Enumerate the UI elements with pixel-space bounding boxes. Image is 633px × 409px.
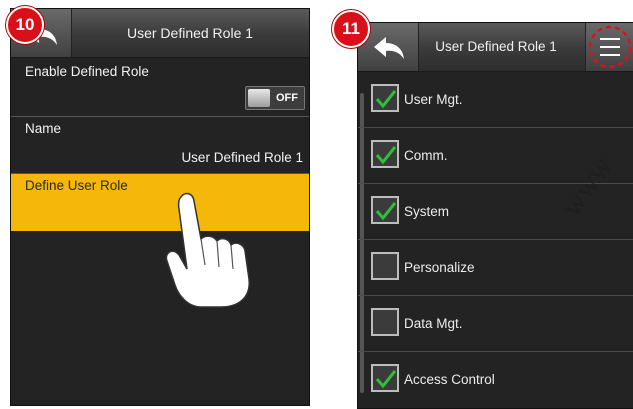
checkmark-icon xyxy=(375,146,397,165)
toggle-knob xyxy=(248,89,270,107)
permission-item-user-mgt[interactable]: User Mgt. xyxy=(358,72,633,128)
checkbox[interactable] xyxy=(371,140,399,168)
enable-role-toggle[interactable]: OFF xyxy=(245,86,305,110)
permission-item-access-control[interactable]: Access Control xyxy=(358,352,633,407)
permission-label: Personalize xyxy=(404,260,475,275)
device-screen-role-permissions: User Defined Role 1 User Mgt. Comm. Syst… xyxy=(357,22,633,409)
define-user-role-label: Define User Role xyxy=(25,178,128,193)
hand-pointer-icon xyxy=(165,192,250,308)
step-badge: 10 xyxy=(6,6,44,44)
permission-item-personalize[interactable]: Personalize xyxy=(358,240,633,296)
permission-item-data-mgt[interactable]: Data Mgt. xyxy=(358,296,633,352)
checkmark-icon xyxy=(375,90,397,109)
title-bar: User Defined Role 1 xyxy=(358,23,633,72)
checkbox[interactable] xyxy=(371,252,399,280)
permission-label: Data Mgt. xyxy=(404,316,463,331)
permission-label: User Mgt. xyxy=(404,92,463,107)
name-row[interactable]: Name User Defined Role 1 xyxy=(11,117,309,174)
back-arrow-icon xyxy=(374,37,404,59)
step-badge: 11 xyxy=(332,10,370,48)
checkbox[interactable] xyxy=(371,196,399,224)
toggle-state-text: OFF xyxy=(276,92,298,104)
device-screen-role-settings: User Defined Role 1 Enable Defined Role … xyxy=(10,8,310,406)
permission-label: Comm. xyxy=(404,148,448,163)
screen-title: User Defined Role 1 xyxy=(126,25,254,41)
title-bar: User Defined Role 1 xyxy=(11,9,309,58)
enable-defined-role-row[interactable]: Enable Defined Role OFF xyxy=(11,58,309,117)
permission-label: Access Control xyxy=(404,372,495,387)
highlight-circle-icon xyxy=(588,25,632,69)
menu-button[interactable] xyxy=(585,23,633,71)
checkbox[interactable] xyxy=(371,84,399,112)
name-label: Name xyxy=(25,121,62,136)
checkmark-icon xyxy=(375,370,397,389)
enable-defined-role-label: Enable Defined Role xyxy=(25,64,149,79)
permission-label: System xyxy=(404,204,450,219)
checkmark-icon xyxy=(375,202,397,221)
checkbox[interactable] xyxy=(371,364,399,392)
screen-title: User Defined Role 1 xyxy=(435,39,557,54)
name-value: User Defined Role 1 xyxy=(181,150,303,165)
checkbox[interactable] xyxy=(371,308,399,336)
